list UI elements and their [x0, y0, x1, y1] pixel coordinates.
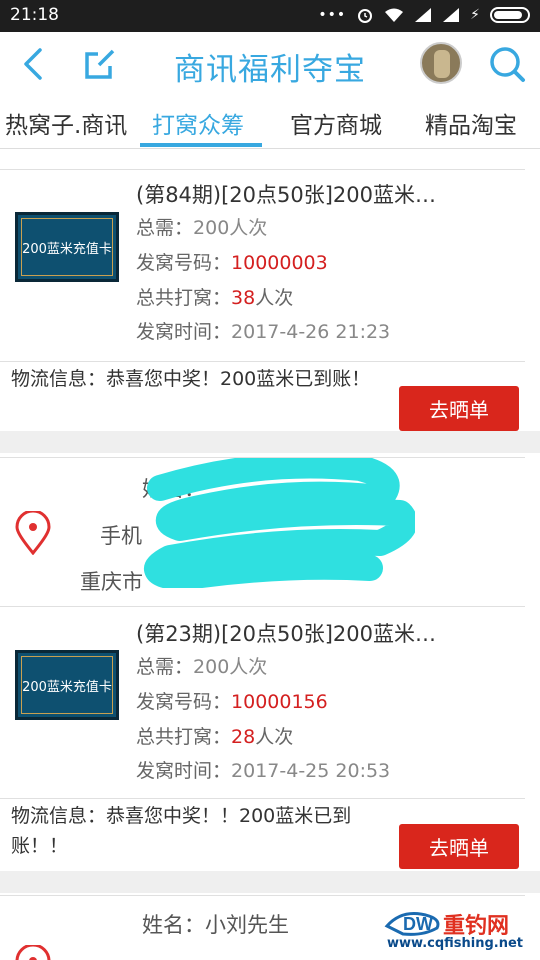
record-card-1: 200蓝米充值卡 (第84期)[20点50张]200蓝米… 总需：200人次 发… — [0, 149, 540, 431]
divider — [0, 798, 525, 799]
alarm-icon — [358, 9, 373, 23]
time-row: 发窝时间：2017-4-25 20:53 — [136, 760, 391, 782]
watermark-url: www.cqfishing.net — [387, 936, 524, 951]
status-time: 21:18 — [10, 5, 59, 25]
tab-taobao[interactable]: 精品淘宝 — [425, 106, 517, 140]
share-order-button[interactable]: 去晒单 — [399, 824, 519, 869]
redaction-scribble — [144, 458, 415, 588]
search-icon[interactable] — [487, 44, 527, 84]
product-thumbnail[interactable]: 200蓝米充值卡 — [15, 650, 119, 720]
tab-hot-news[interactable]: 热窝子.商讯 — [5, 106, 127, 140]
tab-bar: 热窝子.商讯 打窝众筹 官方商城 精品淘宝 — [0, 96, 540, 149]
recipient-address: 重庆市 — [80, 570, 143, 594]
app-header: 商讯福利夺宝 — [0, 32, 540, 96]
battery-icon — [490, 7, 530, 23]
need-row: 总需：200人次 — [136, 217, 268, 239]
more-dots-icon: ••• — [318, 7, 347, 23]
divider — [0, 361, 525, 362]
tab-official-mall[interactable]: 官方商城 — [290, 106, 382, 140]
status-bar: 21:18 ••• ⚡ — [0, 0, 540, 32]
site-watermark: DW 重钓网 www.cqfishing.net — [383, 906, 535, 956]
divider — [0, 895, 525, 896]
time-row: 发窝时间：2017-4-26 21:23 — [136, 321, 391, 343]
svg-text:DW: DW — [403, 914, 433, 934]
recipient-phone: 手机 — [100, 524, 142, 548]
product-thumbnail[interactable]: 200蓝米充值卡 — [15, 212, 119, 282]
watermark-logo-icon: DW — [384, 912, 440, 936]
recipient-name: 姓名：小刘先生 — [142, 913, 289, 937]
signal-icon-2 — [443, 8, 460, 22]
divider — [0, 169, 525, 170]
card-separator — [0, 871, 540, 893]
need-row: 总需：200人次 — [136, 656, 268, 678]
product-name[interactable]: (第84期)[20点50张]200蓝米… — [136, 179, 466, 209]
product-name[interactable]: (第23期)[20点50张]200蓝米… — [136, 618, 466, 648]
signal-icon — [415, 8, 432, 22]
avatar[interactable] — [420, 42, 462, 84]
total-row: 总共打窝：28人次 — [136, 726, 294, 748]
location-pin-icon — [15, 945, 51, 960]
location-pin-icon — [15, 511, 51, 555]
wifi-icon — [385, 8, 404, 22]
code-row: 发窝号码：10000003 — [136, 252, 328, 274]
divider — [0, 606, 525, 607]
code-row: 发窝号码：10000156 — [136, 691, 328, 713]
logistics-info: 物流信息：恭喜您中奖！！200蓝米已到账！！ — [11, 805, 352, 857]
logistics-info: 物流信息：恭喜您中奖！200蓝米已到账！ — [11, 368, 371, 390]
card-separator — [0, 431, 540, 453]
status-icons: ••• ⚡ — [318, 6, 530, 24]
share-order-button[interactable]: 去晒单 — [399, 386, 519, 431]
total-row: 总共打窝：38人次 — [136, 287, 294, 309]
tab-active-indicator — [140, 143, 262, 147]
charging-icon: ⚡ — [470, 7, 480, 23]
tab-crowdfunding[interactable]: 打窝众筹 — [152, 106, 244, 140]
